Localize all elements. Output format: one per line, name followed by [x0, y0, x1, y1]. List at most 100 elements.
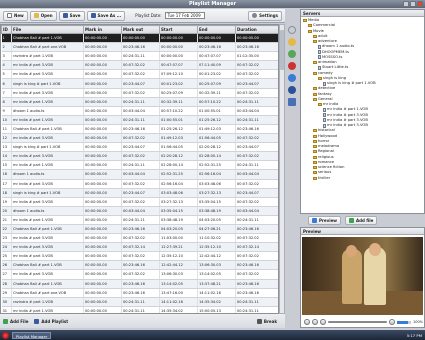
- table-row[interactable]: 23 mr india # part 3.VOB 00:00:00.00 00:07:…: [1, 233, 278, 244]
- table-row[interactable]: 5 mr india # part 3.VOB 00:00:00.00 00:07:3…: [1, 69, 278, 80]
- table-row[interactable]: 4 mr india # part 3.VOB 00:00:00.00 00:07:3…: [1, 60, 278, 71]
- close-icon[interactable]: [417, 1, 423, 7]
- table-cell: 5: [1, 69, 12, 80]
- break-button[interactable]: Break: [256, 318, 277, 324]
- table-cell: singh is king # part 1.VOB: [11, 188, 84, 198]
- disk-icon[interactable]: [288, 86, 296, 94]
- table-row[interactable]: 30 ravindra # part 1.VOB 00:00:00.00 00:24:…: [1, 297, 278, 307]
- add-playlist-button[interactable]: Add Playlist: [34, 318, 68, 324]
- column-header[interactable]: End: [197, 25, 236, 34]
- table-cell: Chobhan Bali # part 1.VOB: [11, 124, 84, 135]
- table-cell: 00:24:31.11: [121, 97, 160, 107]
- table-row[interactable]: 28 Chobhan Bali # part 1.VOB 00:00:00.00 00…: [1, 279, 278, 289]
- add-file-pane-button[interactable]: Add file: [345, 216, 378, 225]
- table-cell: 00:24:31.11: [235, 115, 278, 125]
- delete-icon[interactable]: [288, 62, 296, 70]
- table-row[interactable]: 12 mr india # part 3.VOB 00:00:00.00 00:07:…: [1, 133, 278, 144]
- taskbar-item[interactable]: Playlist Manager: [12, 331, 52, 339]
- table-cell: 02:28:00.14: [197, 151, 236, 162]
- table-cell: 00:07:32.02: [235, 151, 278, 162]
- folder-icon: [303, 19, 307, 23]
- table-row[interactable]: 15 mr india # part 1.VOB 00:00:00.00 00:24:…: [1, 160, 278, 171]
- monitor-icon[interactable]: [288, 98, 296, 106]
- folder-icon[interactable]: [288, 38, 296, 46]
- clock: 5:17 PM: [406, 332, 422, 338]
- preview-panel: Preview 100%: [300, 227, 425, 328]
- column-header[interactable]: Mark in: [83, 25, 122, 34]
- table-cell: 13: [1, 142, 12, 153]
- table-cell: 00:03:44.04: [235, 106, 278, 116]
- table-cell: 12:42:44.12: [197, 251, 236, 262]
- table-row[interactable]: 27 mr india # part 3.VOB 00:00:00.00 00:07:…: [1, 269, 278, 280]
- table-row[interactable]: 29 Chobhan Bali # part one.VOB 00:00:00.00…: [1, 288, 278, 298]
- column-header[interactable]: Mark out: [121, 25, 160, 34]
- save-button[interactable]: Save: [58, 10, 85, 21]
- scrollbar-thumb[interactable]: [280, 30, 284, 70]
- table-cell: 00:07:32.02: [121, 179, 160, 189]
- column-header[interactable]: Start: [159, 25, 198, 34]
- table-row[interactable]: 25 mr india # part 3.VOB 00:00:00.00 00:07:…: [1, 251, 278, 262]
- table-cell: mr india # part 1.VOB: [11, 160, 84, 171]
- table-cell: 1: [1, 33, 12, 44]
- open-button[interactable]: Open: [29, 10, 57, 21]
- table-row[interactable]: 17 mr india # part 3.VOB 00:00:00.00 00:07:…: [1, 179, 278, 189]
- column-header[interactable]: File: [11, 25, 84, 34]
- file-icon: [318, 44, 321, 49]
- table-row[interactable]: 2 Chobhan Bali # part one.VOB 00:00:00.00 0…: [1, 42, 278, 53]
- preview-title: Preview: [301, 228, 424, 235]
- column-header[interactable]: ID: [1, 25, 12, 34]
- minimize-icon[interactable]: [403, 1, 409, 7]
- save-as-button[interactable]: Save As ...: [86, 10, 126, 21]
- preview-icon: [312, 218, 317, 223]
- add-icon[interactable]: [288, 50, 296, 58]
- speaker-icon[interactable]: [388, 319, 395, 325]
- playlist-date-field[interactable]: Tue 17 Feb 2009: [164, 12, 205, 19]
- folder-icon: [308, 24, 312, 28]
- table-row[interactable]: 1 Chobhan Bali # part 1.VOB 00:00:00.00 00:…: [1, 33, 278, 44]
- folder-icon: [313, 97, 317, 101]
- table-row[interactable]: 16 dhoom 1 audio.ts 00:00:00.00 00:03:44.04…: [1, 169, 278, 180]
- table-row[interactable]: 20 dhoom 1 audio.ts 00:00:00.00 00:03:44.04…: [1, 206, 278, 216]
- table-row[interactable]: 11 Chobhan Bali # part 1.VOB 00:00:00.00 00…: [1, 124, 278, 135]
- table-row[interactable]: 31 mr india # part 1.VOB 00:00:00.00 00:24:…: [1, 306, 278, 313]
- table-row[interactable]: 24 mr india # part 3.VOB 00:00:00.00 00:07:…: [1, 242, 278, 253]
- table-cell: Chobhan Bali # part 1.VOB: [11, 33, 84, 44]
- table-row[interactable]: 21 mr india # part 1.VOB 00:00:00.00 00:24:…: [1, 215, 278, 225]
- table-row[interactable]: 14 mr india # part 3.VOB 00:00:00.00 00:07:…: [1, 151, 278, 162]
- table-row[interactable]: 26 Chobhan Bali # part 1.VOB 00:00:00.00 00…: [1, 260, 278, 271]
- table-row[interactable]: 3 ravindra # part 1.VOB 00:00:00.00 00:24:3…: [1, 51, 278, 62]
- table-row[interactable]: 13 singh is king # part 1.VOB 00:00:00.00 0…: [1, 142, 278, 153]
- pause-icon[interactable]: [312, 319, 318, 325]
- table-cell: 13:06:30.03: [159, 269, 198, 280]
- preview-button[interactable]: Preview: [308, 216, 342, 225]
- table-row[interactable]: 10 mr india # part 1.VOB 00:00:00.00 00:24:…: [1, 115, 278, 125]
- table-row[interactable]: 7 mr india # part 3.VOB 00:00:00.00 00:07:3…: [1, 88, 278, 98]
- settings-button[interactable]: Settings: [248, 10, 282, 21]
- table-scrollbar[interactable]: [279, 24, 285, 314]
- table-row[interactable]: 22 Chobhan Bali # part 1.VOB 00:00:00.00 00…: [1, 224, 278, 235]
- volume-slider[interactable]: [396, 320, 411, 324]
- tree-item[interactable]: thriller: [303, 176, 422, 181]
- table-row[interactable]: 9 dhoom 1 audio.ts 00:00:00.00 00:03:44.04 0…: [1, 106, 278, 116]
- folder-icon: [313, 150, 317, 154]
- table-row[interactable]: 8 mr india # part 1.VOB 00:00:00.00 00:24:3…: [1, 97, 278, 107]
- maximize-icon[interactable]: [410, 1, 416, 7]
- play-icon[interactable]: [304, 319, 310, 325]
- seek-bar[interactable]: [328, 321, 387, 323]
- server-icon[interactable]: [288, 26, 296, 34]
- table-cell: 00:00:00.00: [83, 224, 122, 235]
- table-row[interactable]: 19 mr india # part 3.VOB 00:00:00.00 00:07:…: [1, 197, 278, 207]
- start-button[interactable]: [2, 331, 9, 339]
- stop-icon[interactable]: [320, 319, 326, 325]
- table-cell: 02:52:31.25: [159, 169, 198, 180]
- add-file-button[interactable]: Add File: [3, 318, 28, 324]
- table-cell: 00:24:31.11: [121, 115, 160, 125]
- column-header[interactable]: Duration: [235, 25, 278, 34]
- table-row[interactable]: 6 singh is king # part 1.VOB 00:00:00.00 00…: [1, 78, 278, 89]
- globe-icon[interactable]: [288, 74, 296, 82]
- table-cell: mr india # part 1.VOB: [11, 97, 84, 107]
- table-cell: 00:03:44.04: [121, 106, 160, 116]
- new-button[interactable]: New: [3, 10, 28, 21]
- table-row[interactable]: 18 singh is king # part 1.VOB 00:00:00.00 0…: [1, 188, 278, 198]
- table-cell: 14: [1, 151, 12, 162]
